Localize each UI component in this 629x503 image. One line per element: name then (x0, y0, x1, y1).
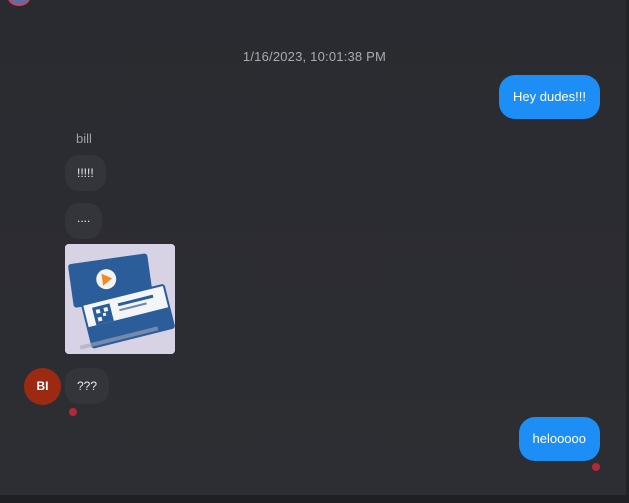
bottom-bar (0, 495, 629, 503)
incoming-message-bubble[interactable]: !!!!! (65, 155, 106, 191)
sender-name: bill (76, 131, 92, 146)
chat-window: 1/16/2023, 10:01:38 PM Hey dudes!!! bill… (0, 0, 629, 503)
message-timestamp: 1/16/2023, 10:01:38 PM (242, 49, 387, 64)
incoming-message-bubble[interactable]: .... (65, 203, 103, 239)
outgoing-message-bubble[interactable]: helooooo (518, 417, 600, 461)
outgoing-message-bubble[interactable]: Hey dudes!!! (499, 75, 600, 119)
business-cards-photo-icon (65, 244, 175, 354)
avatar[interactable]: BI (24, 368, 61, 405)
unread-indicator-dot (592, 463, 600, 471)
image-attachment[interactable] (65, 244, 175, 354)
unread-indicator-dot (69, 408, 77, 416)
incoming-message-bubble[interactable]: ??? (65, 368, 110, 404)
top-avatar (8, 0, 30, 6)
